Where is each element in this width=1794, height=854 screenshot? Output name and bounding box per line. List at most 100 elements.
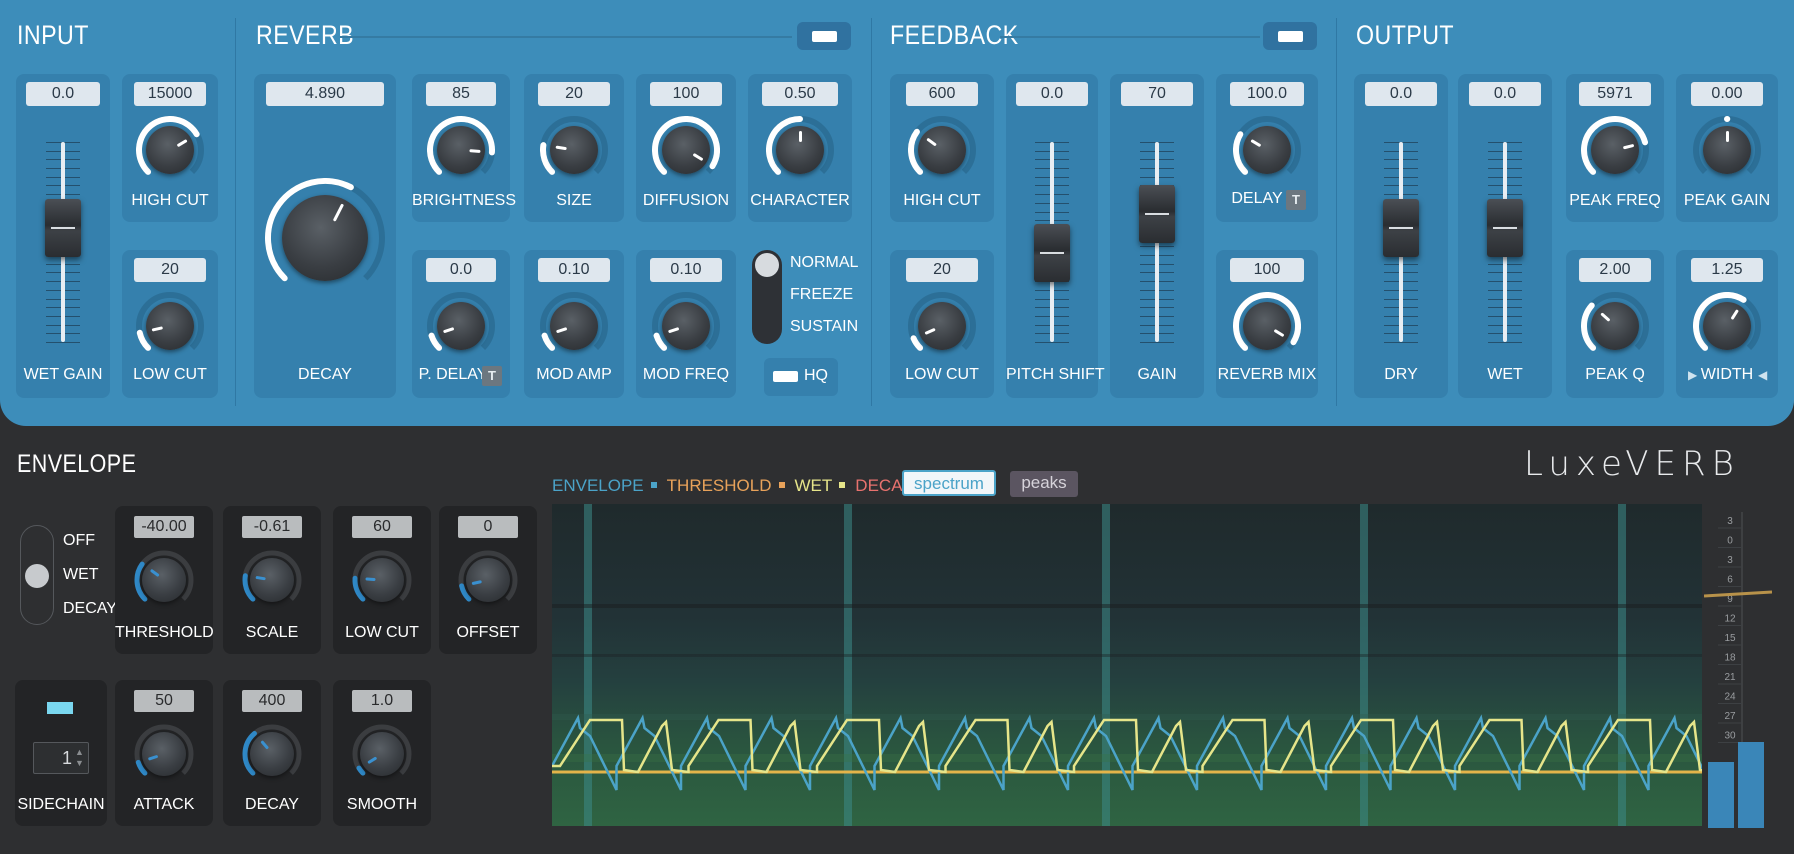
meter-threshold-marker[interactable] (1703, 590, 1773, 598)
mod-freq-knob[interactable] (652, 292, 720, 360)
mod-amp-knob[interactable] (540, 292, 608, 360)
peak-q-knob[interactable] (1581, 292, 1649, 360)
reverb-mode-switch[interactable] (752, 250, 782, 344)
wet-gain-fader[interactable] (30, 142, 96, 343)
mode-option-normal[interactable]: NORMAL (790, 254, 858, 272)
p-delay-knob[interactable] (427, 292, 495, 360)
peak-freq-knob[interactable] (1581, 116, 1649, 184)
offset-knob[interactable] (458, 550, 518, 610)
fb-gain-card: 70 GAIN (1110, 74, 1204, 398)
size-knob[interactable] (540, 116, 608, 184)
sidechain-stepper[interactable]: 1 ▲ ▼ (33, 742, 89, 774)
scale-value[interactable]: -0.61 (242, 516, 302, 538)
reverb-mix-value[interactable]: 100 (1230, 258, 1304, 282)
mode-option-sustain[interactable]: SUSTAIN (790, 318, 858, 336)
p-delay-value[interactable]: 0.0 (426, 258, 496, 282)
fb-gain-value[interactable]: 70 (1121, 82, 1193, 106)
fb-high-cut-knob[interactable] (908, 116, 976, 184)
stepper-arrows-icon[interactable]: ▲ ▼ (75, 747, 84, 769)
wet-gain-value[interactable]: 0.0 (26, 82, 100, 106)
sidechain-label: SIDECHAIN (17, 796, 105, 813)
wet-value[interactable]: 0.0 (1469, 82, 1541, 106)
diffusion-knob[interactable] (652, 116, 720, 184)
brightness-value[interactable]: 85 (426, 82, 496, 106)
fb-high-cut-value[interactable]: 600 (906, 82, 978, 106)
fader-handle[interactable] (1383, 198, 1419, 257)
dry-fader[interactable] (1368, 142, 1434, 343)
level-meter: 3 0 3 6 9 12 15 18 21 24 27 30 (1703, 504, 1773, 830)
smooth-value[interactable]: 1.0 (352, 690, 412, 712)
decay-value[interactable]: 4.890 (266, 82, 384, 106)
size-value[interactable]: 20 (538, 82, 610, 106)
peaks-button[interactable]: peaks (1010, 471, 1078, 497)
envelope-mode-switch[interactable] (20, 525, 54, 625)
width-knob[interactable] (1693, 292, 1761, 360)
input-low-cut-value[interactable]: 20 (134, 258, 206, 282)
knob-face (918, 302, 966, 350)
fb-delay-knob[interactable] (1233, 116, 1301, 184)
spectral-band (552, 654, 1702, 657)
legend-envelope[interactable]: ENVELOPE (552, 476, 667, 495)
fb-gain-fader[interactable] (1124, 142, 1190, 343)
sidechain-indicator[interactable] (47, 702, 73, 714)
knob-face (146, 126, 194, 174)
envelope-mode-decay[interactable]: DECAY (63, 600, 117, 618)
envelope-mode-off[interactable]: OFF (63, 532, 95, 550)
input-low-cut-card: 20 LOW CUT (122, 250, 218, 398)
reverb-mode-indicator (755, 253, 779, 277)
input-high-cut-value[interactable]: 15000 (134, 82, 206, 106)
section-divider (871, 18, 872, 406)
env-low-cut-knob[interactable] (352, 550, 412, 610)
knob-face (1243, 302, 1291, 350)
decay-knob[interactable] (265, 178, 385, 298)
mod-freq-value[interactable]: 0.10 (650, 258, 722, 282)
width-value[interactable]: 1.25 (1691, 258, 1763, 282)
threshold-knob[interactable] (134, 550, 194, 610)
reverb-mix-knob[interactable] (1233, 292, 1301, 360)
diffusion-value[interactable]: 100 (650, 82, 722, 106)
smooth-knob[interactable] (352, 724, 412, 784)
offset-value[interactable]: 0 (458, 516, 518, 538)
hq-toggle[interactable]: HQ (764, 358, 838, 396)
legend-wet[interactable]: WET (795, 476, 856, 495)
input-low-cut-knob[interactable] (136, 292, 204, 360)
fb-low-cut-knob[interactable] (908, 292, 976, 360)
fader-handle[interactable] (1034, 224, 1070, 283)
legend-threshold[interactable]: THRESHOLD (667, 476, 795, 495)
env-decay-knob[interactable] (242, 724, 302, 784)
attack-knob[interactable] (134, 724, 194, 784)
fb-delay-sync-button[interactable]: T (1286, 190, 1306, 210)
pitch-shift-value[interactable]: 0.0 (1016, 82, 1088, 106)
attack-value[interactable]: 50 (134, 690, 194, 712)
threshold-value[interactable]: -40.00 (134, 516, 194, 538)
feedback-enable-toggle[interactable] (1263, 22, 1317, 50)
env-decay-value[interactable]: 400 (242, 690, 302, 712)
fader-handle[interactable] (1139, 184, 1175, 243)
peak-gain-knob[interactable] (1693, 116, 1761, 184)
peak-freq-value[interactable]: 5971 (1579, 82, 1651, 106)
p-delay-sync-button[interactable]: T (482, 366, 502, 386)
character-value[interactable]: 0.50 (762, 82, 838, 106)
env-low-cut-value[interactable]: 60 (352, 516, 412, 538)
pitch-shift-fader[interactable] (1019, 142, 1085, 343)
input-high-cut-knob[interactable] (136, 116, 204, 184)
fader-handle[interactable] (45, 198, 81, 257)
dry-value[interactable]: 0.0 (1365, 82, 1437, 106)
character-knob[interactable] (766, 116, 834, 184)
wet-fader[interactable] (1472, 142, 1538, 343)
scale-knob[interactable] (242, 550, 302, 610)
spectrum-button[interactable]: spectrum (902, 470, 996, 496)
wet-gain-card: 0.0 WET GAIN (16, 74, 110, 398)
reverb-enable-toggle[interactable] (797, 22, 851, 50)
fader-handle[interactable] (1487, 198, 1523, 257)
fb-delay-value[interactable]: 100.0 (1230, 82, 1304, 106)
mod-amp-value[interactable]: 0.10 (538, 258, 610, 282)
peak-gain-value[interactable]: 0.00 (1691, 82, 1763, 106)
scale-card: -0.61 SCALE (223, 506, 321, 654)
peak-q-value[interactable]: 2.00 (1579, 258, 1651, 282)
envelope-mode-wet[interactable]: WET (63, 566, 99, 584)
section-divider (235, 18, 236, 406)
mode-option-freeze[interactable]: FREEZE (790, 286, 853, 304)
fb-low-cut-value[interactable]: 20 (906, 258, 978, 282)
brightness-knob[interactable] (427, 116, 495, 184)
